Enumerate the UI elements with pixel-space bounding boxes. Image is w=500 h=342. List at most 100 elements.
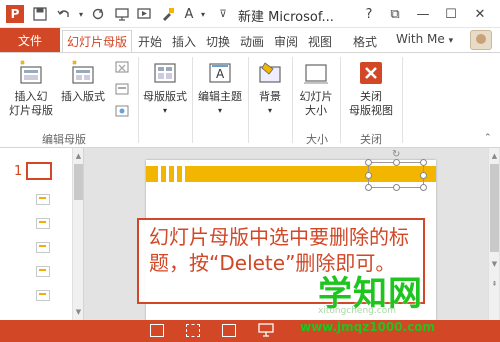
previous-slide-icon[interactable]: ⇞ — [489, 278, 500, 289]
layout-thumbnail[interactable] — [36, 290, 50, 301]
tab-slide-master[interactable]: 幻灯片母版 — [62, 30, 132, 52]
minimize-button[interactable]: — — [412, 3, 434, 25]
resize-handle[interactable] — [365, 172, 372, 179]
scroll-down-icon[interactable]: ▼ — [73, 306, 84, 317]
redo-icon[interactable] — [88, 3, 108, 25]
stripe-gap — [174, 166, 177, 182]
notes-icon[interactable] — [150, 324, 164, 337]
resize-handle[interactable] — [393, 159, 400, 166]
group-label-edit-master: 编辑母版 — [42, 133, 86, 146]
preserve-icon[interactable] — [114, 103, 132, 119]
tab-file[interactable]: 文件 — [0, 28, 60, 52]
slide-size-button[interactable]: 幻灯片 大小 — [294, 59, 338, 118]
edit-area-scrollbar[interactable]: ▲ ▼ ⇞ — [488, 148, 499, 320]
watermark-site: xitongcheng.com — [318, 306, 396, 316]
start-from-beginning-icon[interactable] — [134, 3, 154, 25]
tab-home[interactable]: 开始 — [134, 31, 166, 52]
resize-handle[interactable] — [393, 184, 400, 191]
resize-handle[interactable] — [420, 172, 427, 179]
ribbon-separator — [138, 57, 139, 143]
scrollbar-thumb[interactable] — [490, 164, 499, 252]
resize-handle[interactable] — [420, 184, 427, 191]
layout-thumbnail[interactable] — [36, 218, 50, 229]
background-caret-icon: ▾ — [267, 106, 272, 115]
delete-slide-icon[interactable] — [114, 59, 132, 75]
tab-format[interactable]: 格式 — [348, 31, 382, 52]
collapse-ribbon-icon[interactable]: ⌃ — [484, 133, 492, 143]
tab-insert[interactable]: 插入 — [168, 31, 200, 52]
insert-slide-master-button[interactable]: 插入幻 灯片母版 — [6, 59, 56, 118]
title-bar: P ▾ A ▾ ⊽ 新建 Microsof... ? ⧉ — ☐ ✕ — [0, 0, 500, 28]
master-layout-button[interactable]: 母版版式 ▾ — [140, 59, 190, 118]
tab-view[interactable]: 视图 — [304, 31, 336, 52]
rename-icon[interactable] — [114, 81, 132, 97]
edit-theme-caret-icon: ▾ — [217, 106, 222, 115]
background-button[interactable]: 背景 ▾ — [250, 59, 290, 118]
slide-size-icon — [302, 59, 330, 87]
selected-title-placeholder[interactable]: ↻ — [365, 149, 427, 191]
thumbnail-scrollbar[interactable]: ▲ ▼ — [72, 148, 83, 320]
undo-dropdown-icon[interactable]: ▾ — [76, 3, 86, 25]
close-window-button[interactable]: ✕ — [468, 3, 492, 25]
stripe-gap — [158, 166, 161, 182]
master-layout-icon — [151, 59, 179, 87]
format-painter-icon[interactable] — [158, 3, 178, 25]
scroll-up-icon[interactable]: ▲ — [489, 150, 500, 161]
save-icon[interactable] — [30, 3, 50, 25]
ribbon-separator — [340, 57, 341, 143]
scroll-up-icon[interactable]: ▲ — [73, 150, 84, 161]
scrollbar-thumb[interactable] — [74, 164, 83, 200]
insert-layout-button[interactable]: 插入版式 — [58, 59, 108, 104]
user-caret-icon[interactable]: ▾ — [449, 36, 454, 46]
user-account[interactable]: With Me ▾ — [396, 32, 453, 46]
font-color-button[interactable]: A — [182, 3, 196, 25]
ribbon-separator — [292, 57, 293, 143]
slide-size-label: 幻灯片 大小 — [299, 90, 333, 117]
edit-theme-icon: A — [206, 59, 234, 87]
resize-handle[interactable] — [365, 184, 372, 191]
layout-thumbnail[interactable] — [36, 194, 50, 205]
customize-toolbar-icon[interactable]: ⊽ — [216, 3, 230, 25]
slide-thumbnail-pane: 1 ▲ ▼ — [0, 148, 84, 320]
maximize-button[interactable]: ☐ — [440, 3, 462, 25]
ribbon-separator — [248, 57, 249, 143]
master-layout-caret-icon: ▾ — [162, 106, 167, 115]
undo-icon[interactable] — [54, 3, 74, 25]
tab-review[interactable]: 审阅 — [270, 31, 302, 52]
slideshow-icon[interactable] — [258, 323, 274, 338]
slide-master-thumbnail[interactable] — [26, 162, 52, 180]
font-color-dropdown-icon[interactable]: ▾ — [198, 3, 208, 25]
close-master-view-button[interactable]: 关闭 母版视图 — [344, 59, 398, 118]
scroll-down-icon[interactable]: ▼ — [489, 258, 500, 269]
resize-handle[interactable] — [420, 159, 427, 166]
document-title: 新建 Microsof... — [238, 10, 334, 25]
edit-theme-label: 编辑主题 — [198, 90, 242, 103]
group-label-size: 大小 — [306, 133, 328, 146]
insert-layout-icon — [69, 59, 97, 87]
tab-animations[interactable]: 动画 — [236, 31, 268, 52]
rotate-handle-icon[interactable]: ↻ — [392, 149, 400, 160]
avatar[interactable] — [470, 30, 492, 50]
reading-view-icon[interactable] — [222, 324, 236, 337]
ribbon-display-options-icon[interactable]: ⧉ — [384, 3, 406, 25]
watermark-url: www.jmqz1000.com — [300, 320, 436, 334]
powerpoint-icon[interactable]: P — [6, 5, 24, 23]
layout-thumbnail[interactable] — [36, 242, 50, 253]
tab-transitions[interactable]: 切换 — [202, 31, 234, 52]
user-name[interactable]: With Me — [396, 32, 445, 46]
close-master-view-label: 关闭 母版视图 — [349, 90, 393, 117]
resize-handle[interactable] — [365, 159, 372, 166]
edit-theme-button[interactable]: A 编辑主题 ▾ — [194, 59, 246, 118]
insert-slide-master-icon — [17, 59, 45, 87]
layout-thumbnail[interactable] — [36, 266, 50, 277]
slide-number: 1 — [14, 164, 23, 179]
normal-view-icon[interactable] — [186, 324, 200, 337]
master-layout-label: 母版版式 — [143, 90, 187, 103]
group-label-close: 关闭 — [360, 133, 382, 146]
background-label: 背景 — [259, 90, 281, 103]
insert-slide-master-label: 插入幻 灯片母版 — [9, 90, 53, 117]
stripe-gap — [182, 166, 185, 182]
presentation-icon[interactable] — [112, 3, 132, 25]
ribbon-separator — [402, 57, 403, 143]
help-button[interactable]: ? — [360, 3, 378, 25]
